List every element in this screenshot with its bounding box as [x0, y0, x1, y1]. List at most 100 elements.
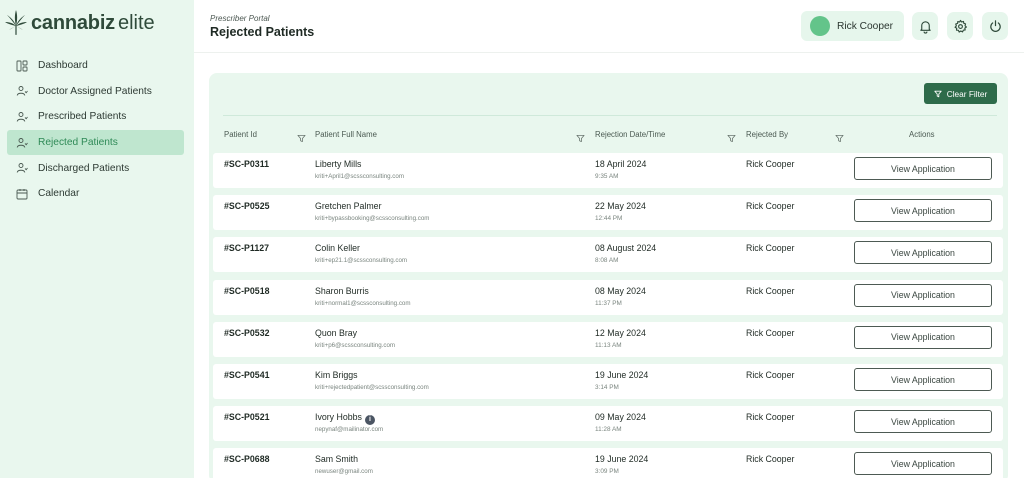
filter-icon[interactable]	[727, 130, 736, 143]
brand-logo[interactable]: cannabiz elite	[4, 9, 155, 37]
patient-id: #SC-P0518	[224, 285, 270, 296]
divider	[223, 115, 997, 116]
clear-filter-label: Clear Filter	[946, 88, 988, 99]
patient-id: #SC-P1127	[224, 243, 269, 254]
avatar	[810, 16, 830, 36]
clear-filter-button[interactable]: Clear Filter	[924, 83, 997, 104]
dashboard-icon	[16, 60, 28, 72]
brand-name-bold: cannabiz	[31, 11, 115, 34]
filter-clear-icon	[934, 90, 942, 97]
patient-name: Sharon Burris	[315, 286, 369, 296]
sidebar-item-prescribed-patients[interactable]: Prescribed Patients	[7, 104, 184, 130]
filter-icon[interactable]	[297, 130, 306, 143]
patient-email: kriti+April1@scssconsulting.com	[315, 173, 404, 180]
patient-name-text: Liberty Mills	[315, 159, 362, 169]
table-row: #SC-P0518 Sharon Burris kriti+normal1@scss…	[213, 279, 1003, 315]
table-row: #SC-P1127 Colin Keller kriti+ep21.1@scssco…	[213, 237, 1003, 273]
sidebar-item-discharged-patients[interactable]: Discharged Patients	[7, 155, 184, 181]
info-icon[interactable]: i	[364, 415, 375, 426]
sidebar-item-label: Doctor Assigned Patients	[38, 85, 152, 97]
sidebar-item-label: Rejected Patients	[38, 137, 118, 149]
patient-email: kriti+normal1@scssconsulting.com	[315, 299, 411, 307]
rejection-time: 9:35 AM	[595, 173, 619, 180]
rejection-time: 11:13 AM	[595, 341, 622, 349]
sidebar-item-dashboard[interactable]: Dashboard	[7, 53, 184, 79]
patient-email: kriti+p6@scssconsulting.com	[315, 341, 396, 349]
column-header-rejection-date: Rejection Date/Time	[595, 130, 666, 139]
logout-button[interactable]	[982, 12, 1008, 40]
portal-label: Prescriber Portal	[210, 14, 270, 23]
patient-name: Gretchen Palmer	[315, 201, 382, 211]
patient-email: kriti+bypassbooking@scssconsulting.com	[315, 215, 430, 223]
view-application-button[interactable]: View Application	[854, 199, 992, 223]
view-application-button[interactable]: View Application	[854, 241, 992, 265]
patient-id: #SC-P0688	[224, 454, 270, 465]
page-title: Rejected Patients	[210, 25, 315, 39]
table-row: #SC-P0525 Gretchen Palmer kriti+bypassbook…	[213, 195, 1003, 231]
patient-name-text: Sharon Burris	[315, 285, 369, 296]
user-name: Rick Cooper	[837, 20, 894, 32]
table-row: #SC-P0541 Kim Briggs kriti+rejectedpatient…	[213, 364, 1003, 399]
view-application-button[interactable]: View Application	[854, 283, 992, 307]
rejection-date: 19 June 2024	[595, 370, 649, 380]
patient-name-text: Quon Bray	[315, 327, 358, 338]
sidebar: cannabiz elite Dashboard Doctor Assigned …	[0, 0, 194, 478]
sidebar-item-rejected-patients[interactable]: Rejected Patients	[7, 129, 184, 156]
rejected-by: Rick Cooper	[746, 243, 795, 254]
rejection-date: 09 May 2024	[595, 412, 646, 423]
sidebar-item-label: Prescribed Patients	[38, 111, 127, 123]
patient-name-text: Ivory Hobbs	[315, 412, 362, 423]
sidebar-item-label: Calendar	[38, 188, 80, 200]
user-menu[interactable]: Rick Cooper	[801, 11, 904, 41]
patient-name: Ivory Hobbs i	[315, 412, 375, 426]
user-icon	[16, 111, 28, 123]
view-application-button[interactable]: View Application	[854, 410, 992, 434]
sidebar-item-label: Dashboard	[38, 60, 88, 72]
rejected-by: Rick Cooper	[746, 327, 795, 338]
rejected-by: Rick Cooper	[746, 454, 795, 465]
sidebar-item-label: Discharged Patients	[38, 162, 130, 174]
rejection-date: 12 May 2024	[595, 327, 646, 338]
patient-email: newuser@gmail.com	[315, 468, 373, 476]
column-header-rejected-by: Rejected By	[746, 130, 789, 139]
patient-name-text: Sam Smith	[315, 454, 359, 465]
table-row: #SC-P0688 Sam Smith newuser@gmail.com 19 Ju…	[213, 448, 1003, 478]
rejected-by: Rick Cooper	[746, 285, 795, 296]
user-icon	[16, 162, 28, 174]
settings-button[interactable]	[947, 12, 973, 40]
filter-icon[interactable]	[835, 130, 844, 143]
rejection-time: 12:44 PM	[595, 215, 623, 223]
filter-icon[interactable]	[576, 130, 585, 143]
view-application-button[interactable]: View Application	[854, 325, 992, 349]
user-icon	[16, 137, 28, 149]
patient-name-text: Colin Keller	[315, 243, 360, 254]
gear-icon	[954, 19, 967, 33]
bell-icon	[919, 20, 931, 34]
sidebar-item-calendar[interactable]: Calendar	[7, 181, 184, 207]
power-icon	[989, 19, 1001, 32]
rejected-by: Rick Cooper	[746, 412, 795, 423]
column-header-actions: Actions	[909, 130, 935, 139]
view-application-button[interactable]: View Application	[854, 368, 992, 391]
rejected-by: Rick Cooper	[746, 201, 795, 212]
view-application-button[interactable]: View Application	[854, 452, 992, 476]
patient-name: Colin Keller	[315, 243, 360, 253]
notifications-button[interactable]	[912, 12, 938, 40]
patient-name-text: Gretchen Palmer	[315, 201, 382, 212]
table-row: #SC-P0532 Quon Bray kriti+p6@scssconsultin…	[213, 321, 1003, 357]
calendar-icon	[16, 188, 28, 200]
rejected-by: Rick Cooper	[746, 370, 795, 380]
brand-name-light: elite	[117, 11, 155, 34]
rejection-time: 3:14 PM	[595, 384, 619, 391]
patient-email: kriti+ep21.1@scssconsulting.com	[315, 257, 408, 265]
patient-name: Kim Briggs	[315, 370, 358, 380]
rejection-date: 08 August 2024	[595, 243, 657, 254]
sidebar-item-doctor-assigned-patients[interactable]: Doctor Assigned Patients	[7, 79, 184, 105]
view-application-button[interactable]: View Application	[854, 157, 992, 180]
rejection-date: 18 April 2024	[595, 159, 647, 169]
rejection-date: 08 May 2024	[595, 285, 646, 296]
rejection-time: 11:28 AM	[595, 426, 622, 434]
rejection-date: 19 June 2024	[595, 454, 649, 465]
rejection-time: 11:37 PM	[595, 299, 622, 307]
patient-id: #SC-P0532	[224, 327, 270, 338]
